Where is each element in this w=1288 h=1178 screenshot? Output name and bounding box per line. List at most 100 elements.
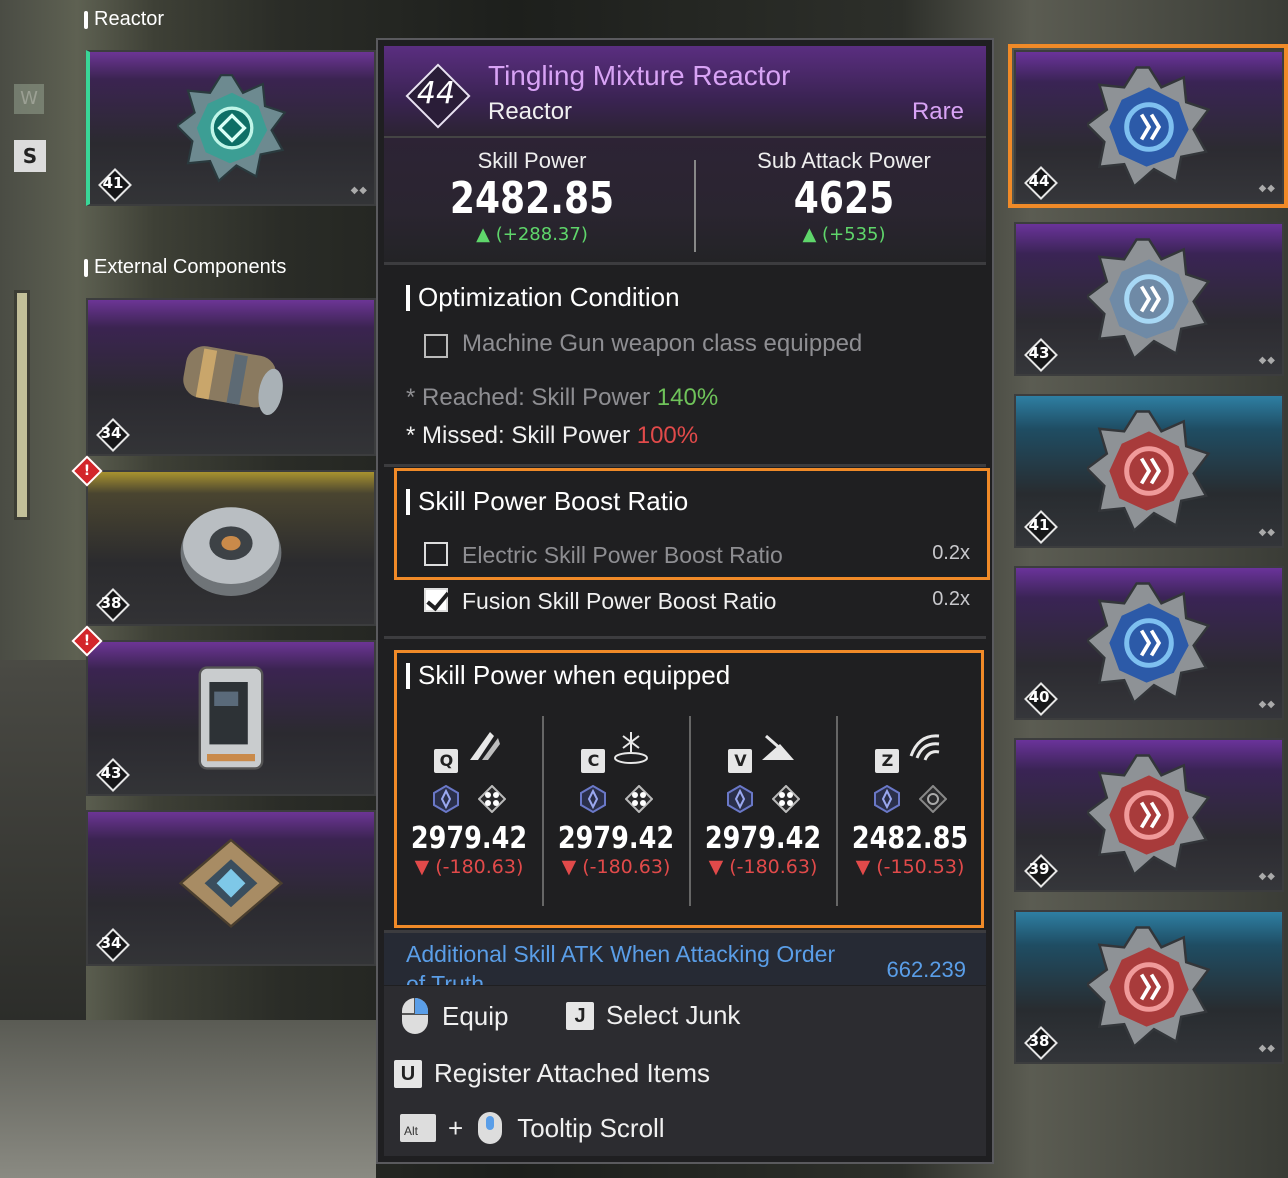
select-junk-action[interactable]: J Select Junk	[566, 1000, 740, 1031]
mouse-wheel-icon	[478, 1112, 503, 1144]
frost-skill-icon	[613, 732, 648, 764]
component-card-2[interactable]: 38	[86, 470, 376, 626]
reactor-list-card-5[interactable]: 39 ◆◆	[1014, 738, 1284, 892]
optimization-condition: Machine Gun weapon class equipped	[462, 330, 863, 357]
reactor-icon	[1087, 238, 1211, 361]
hotkey-s[interactable]: S	[14, 140, 46, 172]
key-j: J	[566, 1001, 594, 1030]
reactor-section-label: Reactor	[84, 8, 164, 31]
down-arrow-icon: ▼	[855, 856, 877, 878]
reactor-icon	[177, 74, 287, 183]
reached-line: * Reached: Skill Power 140%	[406, 384, 719, 411]
skills-row: Q 2979.42 ▼ (-180.63) C 2979.42 ▼ (-180.…	[396, 716, 984, 916]
divider	[384, 262, 986, 265]
skill-v: V 2979.42 ▼ (-180.63)	[690, 716, 836, 878]
reactor-slot-card[interactable]: 41 ◆◆	[86, 50, 376, 206]
down-arrow-icon: ▼	[561, 856, 583, 878]
missed-line: * Missed: Skill Power 100%	[406, 422, 699, 449]
key-u: U	[394, 1059, 422, 1088]
module-component-icon	[198, 666, 264, 770]
divider	[384, 636, 986, 639]
electric-boost-label: Electric Skill Power Boost Ratio	[462, 542, 783, 568]
tooltip-footer: Equip J Select Junk U Register Attached …	[384, 986, 986, 1156]
fusion-element-icon	[625, 785, 653, 813]
component-card-3[interactable]: 43	[86, 640, 376, 796]
item-name: Tingling Mixture Reactor	[488, 60, 791, 91]
reactor-list-card-2[interactable]: 43 ◆◆	[1014, 222, 1284, 376]
level-badge: 41	[1024, 510, 1054, 540]
register-attached-action[interactable]: U Register Attached Items	[394, 1058, 710, 1089]
wave-skill-icon	[909, 734, 939, 761]
key-alt: Alt	[400, 1114, 436, 1142]
rank-dots-icon: ◆◆	[350, 185, 368, 196]
level-badge: 38	[1024, 1026, 1054, 1056]
element-icon	[919, 785, 947, 813]
equip-action[interactable]: Equip	[400, 996, 509, 1036]
component-card-4[interactable]: 34	[86, 810, 376, 966]
level-text: 38	[1028, 1032, 1050, 1050]
electric-element-icon	[874, 785, 900, 813]
reactor-list-card-4[interactable]: 40 ◆◆	[1014, 566, 1284, 720]
additional-stat-label: Additional Skill ATK When Attacking Orde…	[406, 941, 836, 985]
optimization-title: Optimization Condition	[406, 282, 680, 313]
item-rarity: Rare	[911, 98, 964, 125]
stats-section: Skill Power 2482.85 ▲ (+288.37) Sub Atta…	[384, 136, 986, 262]
stat-skill-power: Skill Power 2482.85 ▲ (+288.37)	[449, 148, 615, 245]
fusion-element-icon	[772, 785, 800, 813]
background-pillar	[14, 290, 30, 520]
level-text: 43	[1028, 344, 1050, 362]
rank-dots-icon: ◆◆	[1258, 871, 1276, 882]
reactor-icon	[1087, 926, 1211, 1049]
background-machinery	[0, 660, 86, 1020]
key-v: V	[728, 749, 753, 773]
mouse-left-icon	[402, 998, 428, 1034]
electric-element-icon	[727, 785, 753, 813]
rank-dots-icon: ◆◆	[1258, 527, 1276, 538]
skill-q-value: 2979.42	[410, 821, 528, 856]
component-card-1[interactable]: 34	[86, 298, 376, 456]
chip-component-icon	[178, 838, 284, 928]
cylinder-component-icon	[183, 346, 283, 416]
reactor-icon	[1087, 754, 1211, 877]
boost-title: Skill Power Boost Ratio	[406, 486, 688, 517]
slash-skill-icon	[469, 732, 500, 760]
hotkey-w: W	[14, 84, 44, 114]
item-level-badge: 44	[406, 64, 466, 124]
equipped-title: Skill Power when equipped	[406, 660, 730, 691]
up-arrow-icon: ▲	[802, 224, 823, 245]
reactor-list-card-6[interactable]: 38 ◆◆	[1014, 910, 1284, 1064]
fusion-boost-label: Fusion Skill Power Boost Ratio	[462, 588, 777, 614]
additional-stat-value: 662.239	[886, 957, 966, 982]
rank-dots-icon: ◆◆	[1258, 1043, 1276, 1054]
key-z: Z	[875, 749, 900, 773]
electric-element-icon	[433, 785, 459, 813]
level-text: 39	[1028, 860, 1050, 878]
level-badge: 43	[1024, 338, 1054, 368]
item-tooltip: 44 Tingling Mixture Reactor Reactor Rare…	[376, 38, 994, 1164]
electric-boost-checkbox[interactable]	[424, 542, 448, 566]
skill-q: Q 2979.42 ▼ (-180.63)	[396, 716, 542, 878]
stat-sub-attack-power: Sub Attack Power 4625 ▲ (+535)	[757, 148, 931, 245]
skill-z-value: 2482.85	[851, 821, 969, 856]
reactor-list-card-3[interactable]: 41 ◆◆	[1014, 394, 1284, 548]
item-type: Reactor	[488, 98, 573, 125]
ring-component-icon	[180, 507, 282, 596]
level-badge: 34	[96, 928, 126, 958]
external-components-label: External Components	[84, 256, 286, 279]
level-badge: 41	[98, 168, 128, 198]
fusion-boost-value: 0.2x	[932, 588, 970, 610]
skill-z: Z 2482.85 ▼ (-150.53)	[837, 716, 983, 878]
skill-v-value: 2979.42	[704, 821, 822, 856]
background-floor	[0, 1020, 376, 1178]
tooltip-scroll-action[interactable]: Alt + Tooltip Scroll	[400, 1110, 665, 1146]
fusion-boost-checkbox[interactable]	[424, 588, 448, 612]
level-badge: 39	[1024, 854, 1054, 884]
skill-c: C 2979.42 ▼ (-180.63)	[543, 716, 689, 878]
level-text: 40	[1028, 688, 1050, 706]
additional-stat: Additional Skill ATK When Attacking Orde…	[384, 933, 986, 985]
reactor-icon	[1087, 410, 1211, 533]
electric-boost-value: 0.2x	[932, 542, 970, 564]
rank-dots-icon: ◆◆	[1258, 699, 1276, 710]
fusion-element-icon	[478, 785, 506, 813]
skill-c-value: 2979.42	[557, 821, 675, 856]
